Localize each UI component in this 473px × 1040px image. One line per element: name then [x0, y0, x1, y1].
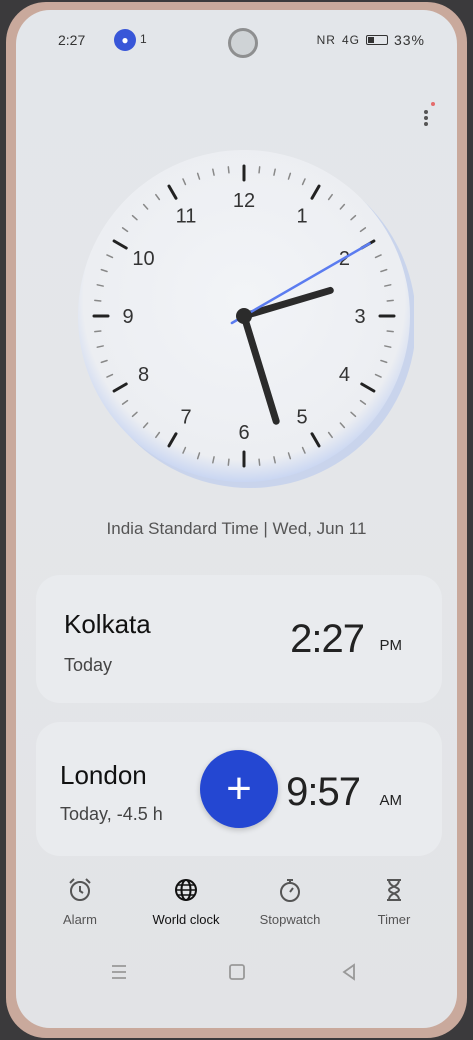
- clock-numeral: 6: [238, 422, 249, 444]
- status-icons: NR 4G 33%: [317, 32, 425, 48]
- battery-percent: 33%: [393, 32, 425, 48]
- bottom-tab-bar: Alarm World clock Stopwatch Timer: [16, 876, 457, 946]
- status-bar: 2:27 ● 1 NR 4G 33%: [16, 10, 457, 74]
- clock-numeral: 10: [132, 248, 154, 270]
- city-ampm: PM: [379, 637, 403, 654]
- screen: 2:27 ● 1 NR 4G 33% 121234567891011 India…: [16, 10, 457, 1028]
- tab-label: Alarm: [63, 912, 97, 927]
- network-type: NR: [316, 33, 336, 47]
- city-name: London: [60, 760, 147, 790]
- alarm-icon: [69, 878, 91, 901]
- home-icon[interactable]: [222, 960, 252, 984]
- clock-tick: [94, 330, 102, 333]
- status-time: 2:27: [58, 32, 86, 48]
- city-day: Today, -4.5 h: [60, 804, 163, 824]
- clock-tick: [386, 330, 394, 333]
- menu-icon[interactable]: [104, 960, 134, 984]
- notification-count: 1: [140, 32, 147, 46]
- front-camera: [228, 28, 258, 58]
- clock-numeral: 4: [339, 364, 350, 386]
- signal-icon: 4G: [341, 33, 360, 47]
- tab-label: World clock: [152, 912, 220, 927]
- clock-numeral: 9: [122, 306, 133, 328]
- clock-tick: [94, 299, 102, 302]
- clock-numeral: 3: [354, 306, 365, 328]
- clock-tick: [227, 458, 230, 466]
- back-icon[interactable]: [334, 960, 364, 984]
- clock-numeral: 12: [233, 190, 255, 212]
- clock-face: 121234567891011: [78, 150, 416, 488]
- clock-numeral: 8: [138, 364, 149, 386]
- battery-icon: [365, 35, 388, 45]
- hourglass-icon: [387, 879, 401, 901]
- clock-numeral: 1: [296, 206, 307, 228]
- clock-tick: [227, 166, 230, 174]
- tab-label: Timer: [377, 912, 411, 927]
- globe-icon: [175, 879, 197, 901]
- clock-center-cap: [236, 308, 252, 324]
- city-day: Today: [64, 655, 113, 675]
- stopwatch-icon: [280, 879, 300, 902]
- menu-badge-dot: [431, 102, 435, 106]
- city-name: Kolkata: [64, 609, 151, 639]
- tab-timer[interactable]: Timer: [344, 876, 444, 927]
- clock-tick: [258, 458, 261, 466]
- tab-stopwatch[interactable]: Stopwatch: [240, 876, 340, 927]
- analog-clock: 121234567891011: [74, 128, 416, 508]
- city-time: 2:27: [290, 617, 365, 661]
- add-city-button[interactable]: +: [200, 750, 278, 828]
- clock-tick: [386, 299, 394, 302]
- city-time: 9:57: [286, 770, 361, 814]
- city-ampm: AM: [379, 792, 403, 809]
- notification-avatar-icon: ●: [114, 29, 136, 51]
- more-options-icon[interactable]: [421, 108, 431, 130]
- clock-numeral: 5: [296, 406, 307, 428]
- tab-world-clock[interactable]: World clock: [136, 876, 236, 927]
- system-nav-bar: [16, 960, 457, 990]
- clock-numeral: 7: [180, 406, 191, 428]
- clock-tick: [258, 166, 261, 174]
- city-card-kolkata[interactable]: Kolkata Today 2:27 PM: [36, 575, 442, 703]
- phone-frame: 2:27 ● 1 NR 4G 33% 121234567891011 India…: [6, 2, 467, 1038]
- time-zone-caption: India Standard Time | Wed, Jun 11: [106, 519, 367, 538]
- clock-numeral: 11: [176, 206, 197, 228]
- tab-alarm[interactable]: Alarm: [30, 876, 130, 927]
- tab-label: Stopwatch: [259, 912, 321, 927]
